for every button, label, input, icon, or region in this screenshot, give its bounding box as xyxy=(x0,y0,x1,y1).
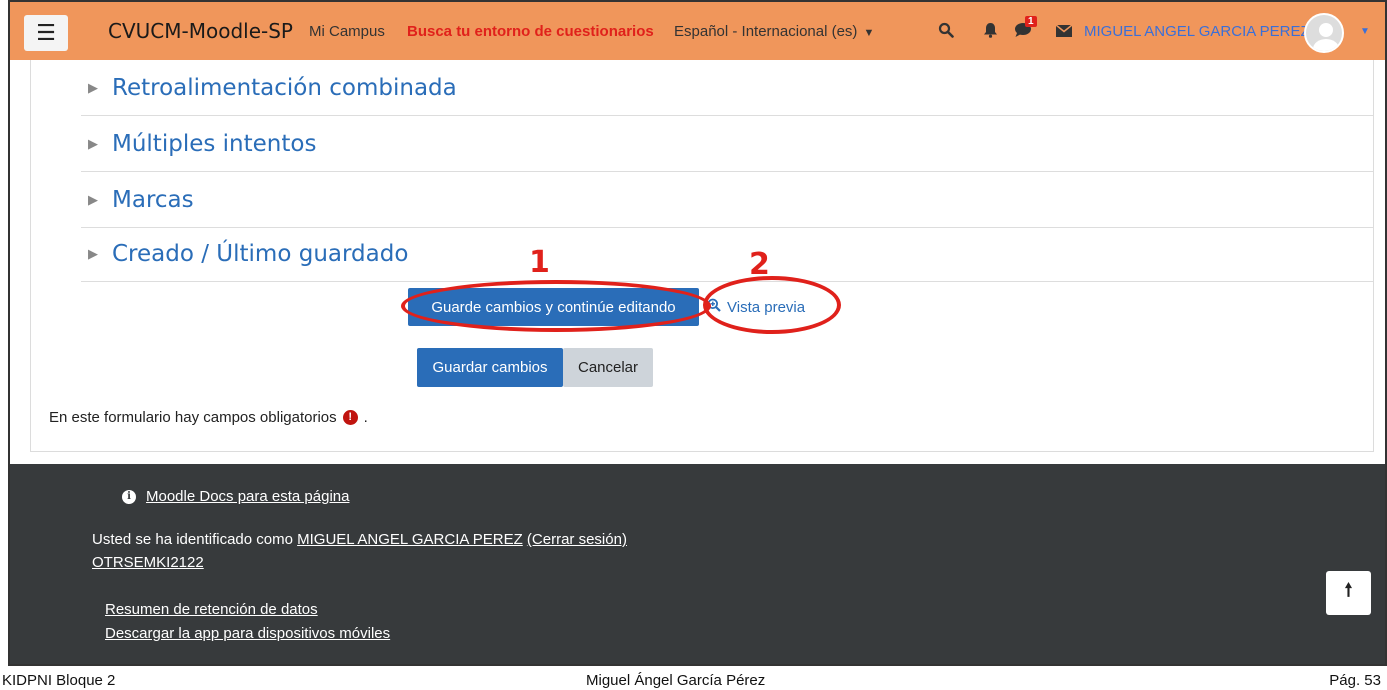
doc-footer-page: Pág. 53 xyxy=(1329,672,1381,689)
annotation-ellipse-1 xyxy=(401,280,711,332)
section-title: Marcas xyxy=(112,186,194,213)
required-note-text: En este formulario hay campos obligatori… xyxy=(49,409,337,426)
info-icon: i xyxy=(122,489,136,504)
data-retention: Resumen de retención de datos xyxy=(105,601,318,618)
section-creado-guardado[interactable]: ▶ Creado / Último guardado xyxy=(81,226,1373,282)
section-multiples-intentos[interactable]: ▶ Múltiples intentos xyxy=(81,116,1373,172)
mobile-app: Descargar la app para dispositivos móvil… xyxy=(105,625,390,642)
section-marcas[interactable]: ▶ Marcas xyxy=(81,172,1373,228)
language-selector[interactable]: Español - Internacional (es) ▼ xyxy=(674,23,874,40)
document-footer: KIDPNI Bloque 2 Miguel Ángel García Pére… xyxy=(0,668,1387,690)
section-title: Múltiples intentos xyxy=(112,130,317,157)
arrow-up-icon: 🠕 xyxy=(1344,580,1353,600)
site-brand[interactable]: CVUCM-Moodle-SP xyxy=(108,19,293,43)
profile-link[interactable]: MIGUEL ANGEL GARCIA PEREZ xyxy=(297,531,523,548)
section-title: Retroalimentación combinada xyxy=(112,74,457,101)
doc-footer-author: Miguel Ángel García Pérez xyxy=(586,672,766,689)
doc-footer-left: KIDPNI Bloque 2 xyxy=(2,672,116,689)
user-name[interactable]: MIGUEL ANGEL GARCIA PEREZ xyxy=(1084,23,1310,40)
moodle-docs: i Moodle Docs para esta página xyxy=(122,488,349,505)
navbar: ☰ CVUCM-Moodle-SP Mi Campus Busca tu ent… xyxy=(10,2,1385,60)
caret-right-icon: ▶ xyxy=(88,79,98,95)
caret-right-icon: ▶ xyxy=(88,191,98,207)
caret-right-icon: ▶ xyxy=(88,135,98,151)
page-footer: i Moodle Docs para esta página Usted se … xyxy=(10,464,1385,664)
search-icon[interactable] xyxy=(938,22,954,43)
notification-badge: 1 xyxy=(1025,16,1037,27)
hamburger-icon[interactable]: ☰ xyxy=(24,15,68,51)
caret-right-icon: ▶ xyxy=(88,245,98,261)
bell-icon[interactable] xyxy=(983,22,998,43)
avatar[interactable] xyxy=(1304,13,1344,53)
annotation-number-1: 1 xyxy=(529,245,550,280)
annotation-ellipse-2 xyxy=(703,276,841,334)
required-fields-note: En este formulario hay campos obligatori… xyxy=(49,409,368,426)
back-to-top-button[interactable]: 🠕 xyxy=(1326,571,1371,615)
mobile-app-link[interactable]: Descargar la app para dispositivos móvil… xyxy=(105,625,390,642)
moodle-docs-link[interactable]: Moodle Docs para esta página xyxy=(146,488,349,505)
required-icon: ! xyxy=(342,410,358,425)
section-retroalimentacion[interactable]: ▶ Retroalimentación combinada xyxy=(81,60,1373,116)
nav-mi-campus[interactable]: Mi Campus xyxy=(309,23,385,40)
login-info: Usted se ha identificado como MIGUEL ANG… xyxy=(92,531,627,548)
login-prefix: Usted se ha identificado como xyxy=(92,531,293,548)
form-card: ▶ Retroalimentación combinada ▶ Múltiple… xyxy=(30,60,1374,452)
save-button[interactable]: Guardar cambios xyxy=(417,348,563,387)
browser-frame: ☰ CVUCM-Moodle-SP Mi Campus Busca tu ent… xyxy=(8,0,1387,666)
chevron-down-icon[interactable]: ▼ xyxy=(1360,26,1370,37)
section-title: Creado / Último guardado xyxy=(112,240,409,267)
envelope-icon[interactable] xyxy=(1055,24,1073,41)
course-link[interactable]: OTRSEMKI2122 xyxy=(92,554,204,571)
required-note-suffix: . xyxy=(363,409,368,426)
language-label: Español - Internacional (es) xyxy=(674,23,858,40)
nav-busca-entorno[interactable]: Busca tu entorno de cuestionarios xyxy=(407,23,654,40)
data-retention-link[interactable]: Resumen de retención de datos xyxy=(105,601,318,618)
course-info: OTRSEMKI2122 xyxy=(92,554,204,571)
logout-link[interactable]: (Cerrar sesión) xyxy=(527,531,627,548)
chevron-down-icon: ▼ xyxy=(863,27,875,39)
cancel-button[interactable]: Cancelar xyxy=(563,348,653,387)
